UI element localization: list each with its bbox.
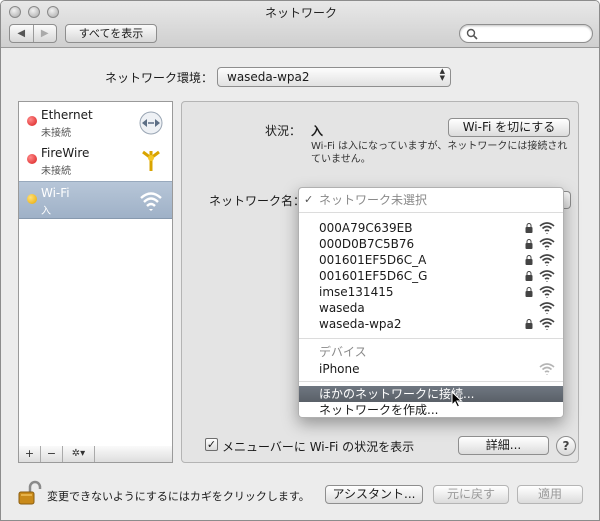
menu-separator: [299, 338, 563, 339]
service-list-toolbar: + − ✲▾: [18, 446, 173, 463]
network-name-popup[interactable]: [564, 191, 571, 209]
firewire-icon: [142, 150, 160, 171]
lock-icon: [525, 255, 533, 265]
remove-service-button[interactable]: −: [41, 446, 63, 462]
devices-header: デバイス: [319, 345, 367, 359]
wifi-signal-icon: [539, 254, 555, 266]
network-item[interactable]: 001601EF5D6C_G: [299, 268, 563, 284]
network-item[interactable]: waseda: [299, 300, 563, 316]
status-dot-red: [27, 154, 37, 164]
wifi-signal-icon: [539, 286, 555, 298]
toolbar: ネットワーク ◀ ▶ すべてを表示: [1, 1, 599, 48]
location-popup[interactable]: waseda-wpa2 ▲ ▼: [217, 67, 451, 87]
window-title: ネットワーク: [264, 6, 337, 20]
wifi-signal-icon: [539, 238, 555, 250]
network-name: 001601EF5D6C_A: [319, 253, 427, 267]
service-item-ethernet[interactable]: Ethernet 未接続: [19, 104, 172, 142]
show-wifi-status-label: メニューバーに Wi-Fi の状況を表示: [222, 440, 415, 454]
mouse-pointer-icon: [451, 391, 463, 408]
add-service-button[interactable]: +: [19, 446, 41, 462]
checkmark-icon: ✓: [304, 193, 314, 206]
gear-menu-button[interactable]: ✲▾: [63, 446, 95, 462]
network-name: 000A79C639EB: [319, 221, 413, 235]
wifi-icon: [140, 192, 162, 211]
wifi-signal-icon: [539, 270, 555, 282]
network-dropdown-menu: ✓ ネットワーク未選択 000A79C639EB 000D0B7C5B76 00…: [298, 187, 564, 418]
network-name: imse131415: [319, 285, 394, 299]
apply-button[interactable]: 適用: [517, 485, 583, 504]
back-forward-control: ◀ ▶: [9, 24, 57, 43]
network-item[interactable]: waseda-wpa2: [299, 316, 563, 332]
back-button[interactable]: ◀: [10, 25, 33, 42]
lock-icon: [525, 223, 533, 233]
network-name-label: ネットワーク名：: [209, 194, 306, 208]
status-value: 入: [311, 124, 324, 138]
service-status: 未接続: [41, 128, 71, 139]
wifi-signal-icon: [539, 363, 555, 375]
search-input[interactable]: [459, 24, 593, 43]
menu-item-no-network[interactable]: ✓ ネットワーク未選択: [299, 192, 563, 208]
lock-icon: [525, 319, 533, 329]
service-name: Wi-Fi: [41, 186, 70, 200]
status-dot-yellow: [27, 194, 37, 204]
lock-icon: [525, 239, 533, 249]
assistant-button[interactable]: アシスタント...: [325, 485, 423, 504]
service-item-wifi[interactable]: Wi-Fi 入: [19, 181, 172, 219]
lock-icon[interactable]: [18, 480, 42, 506]
lock-icon: [525, 287, 533, 297]
join-other-network-item[interactable]: ほかのネットワークに接続...: [299, 386, 563, 402]
service-status: 入: [41, 206, 51, 217]
service-item-firewire[interactable]: FireWire 未接続: [19, 142, 172, 180]
lock-instruction: 変更できないようにするにはカギをクリックします。: [47, 490, 310, 503]
wifi-signal-icon: [539, 222, 555, 234]
wifi-toggle-button[interactable]: Wi-Fi を切にする: [448, 118, 570, 137]
network-item[interactable]: 001601EF5D6C_A: [299, 252, 563, 268]
search-icon: [466, 28, 478, 40]
popup-arrows-icon: ▲ ▼: [439, 67, 445, 82]
help-button[interactable]: ?: [556, 436, 576, 456]
wifi-signal-icon: [539, 318, 555, 330]
menu-item-label: ネットワークを作成...: [319, 403, 439, 417]
menu-item-label: ネットワーク未選択: [319, 193, 428, 207]
menu-separator: [299, 212, 563, 213]
create-network-item[interactable]: ネットワークを作成...: [299, 402, 563, 418]
wifi-signal-icon: [539, 302, 555, 314]
lock-icon: [525, 271, 533, 281]
service-list: Ethernet 未接続 FireWire 未接続 Wi-Fi 入: [18, 101, 173, 447]
preferences-window: ネットワーク ◀ ▶ すべてを表示 ネットワーク環境： waseda-wpa2 …: [0, 0, 600, 521]
network-name: waseda-wpa2: [319, 317, 402, 331]
network-name: 000D0B7C5B76: [319, 237, 415, 251]
network-name: waseda: [319, 301, 365, 315]
service-status: 未接続: [41, 166, 71, 177]
forward-button[interactable]: ▶: [32, 25, 57, 42]
service-name: Ethernet: [41, 108, 93, 122]
revert-button[interactable]: 元に戻す: [433, 485, 509, 504]
show-all-button[interactable]: すべてを表示: [65, 24, 157, 43]
location-label: ネットワーク環境：: [105, 71, 214, 85]
network-item[interactable]: imse131415: [299, 284, 563, 300]
service-name: FireWire: [41, 146, 90, 160]
network-item[interactable]: 000D0B7C5B76: [299, 236, 563, 252]
show-wifi-status-checkbox[interactable]: ✓: [205, 438, 218, 451]
network-item[interactable]: 000A79C639EB: [299, 220, 563, 236]
device-item-iphone[interactable]: iPhone: [299, 361, 563, 377]
status-description: Wi-Fi は入になっていますが、ネットワークには接続されていません。: [311, 141, 568, 165]
location-value: waseda-wpa2: [227, 70, 310, 84]
status-label: 状況：: [265, 124, 302, 138]
menu-separator: [299, 381, 563, 382]
advanced-button[interactable]: 詳細...: [458, 436, 549, 455]
network-name: 001601EF5D6C_G: [319, 269, 428, 283]
ethernet-arrows-icon: [139, 111, 163, 135]
status-dot-red: [27, 116, 37, 126]
device-name: iPhone: [319, 362, 360, 376]
